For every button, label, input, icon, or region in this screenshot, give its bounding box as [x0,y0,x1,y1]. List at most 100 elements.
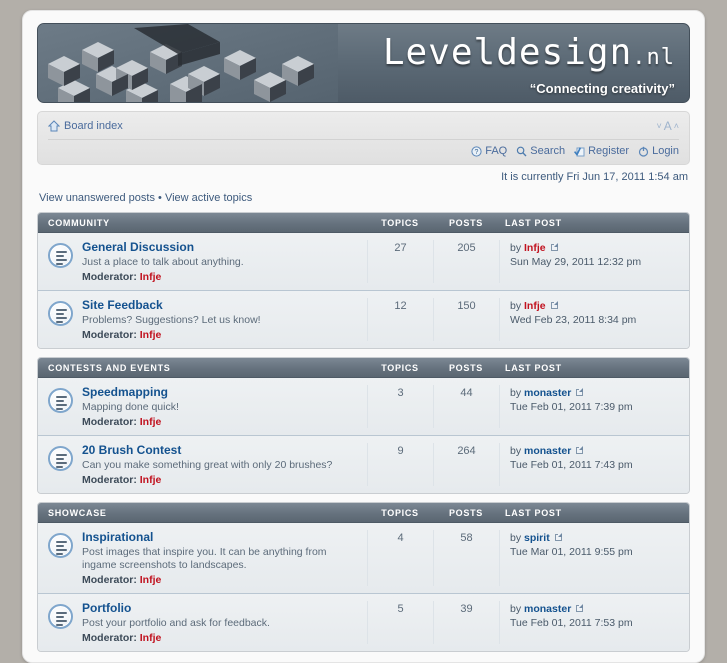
forum-title-link[interactable]: Portfolio [82,601,361,615]
forum-topics-count: 3 [367,385,433,428]
moderator-link[interactable]: Infje [140,271,162,283]
nav-link-search[interactable]: Search [516,145,565,157]
forum-description: Just a place to talk about anything. [82,256,244,268]
nav-link-search-label: Search [530,145,566,157]
forum-row: Site Feedback Problems? Suggestions? Let… [38,291,689,348]
category-title[interactable]: COMMUNITY [48,218,367,228]
forum-row: Portfolio Post your portfolio and ask fo… [38,594,689,651]
forum-posts-count: 150 [433,298,499,341]
forum-info: General Discussion Just a place to talk … [82,240,367,283]
forum-icon-cell [48,443,82,486]
forum-title-link[interactable]: General Discussion [82,240,361,254]
category-header: CONTESTS AND EVENTS TOPICS POSTS LAST PO… [38,358,689,378]
logo-name: Leveldesign [382,32,633,73]
column-header-topics: TOPICS [381,507,419,518]
last-post-author-link[interactable]: monaster [524,445,571,457]
forum-posts-count: 58 [433,530,499,586]
category-title[interactable]: SHOWCASE [48,508,367,518]
forum-last-post: by monaster Tue Feb 01, 2011 7:53 pm [499,601,679,644]
forum-row: Speedmapping Mapping done quick! Moderat… [38,378,689,436]
goto-last-post-icon[interactable] [576,604,585,613]
moderator-link[interactable]: Infje [140,329,162,341]
forum-topics-count: 27 [367,240,433,283]
forum-last-post: by Infje Sun May 29, 2011 12:32 pm [499,240,679,283]
nav-link-register[interactable]: Register [574,145,629,157]
navigation-bar: Board index ˅ A ˄ ? FAQ Search Register … [37,111,690,165]
view-unanswered-posts-link[interactable]: View unanswered posts [39,192,155,204]
moderator-label: Moderator: [82,271,137,283]
goto-last-post-icon[interactable] [550,243,560,252]
svg-text:?: ? [475,149,479,156]
moderator-link[interactable]: Infje [140,632,162,644]
category-block-community: COMMUNITY TOPICS POSTS LAST POST General… [37,212,690,349]
font-decrease-icon[interactable]: ˅ [656,121,661,131]
page-container: Leveldesign.nl “Connecting creativity” B… [22,10,705,663]
by-label: by [510,603,522,615]
site-banner: Leveldesign.nl “Connecting creativity” [37,23,690,103]
moderator-link[interactable]: Infje [140,416,162,428]
by-label: by [510,532,522,544]
last-post-date: Sun May 29, 2011 12:32 pm [510,256,642,268]
forum-info: 20 Brush Contest Can you make something … [82,443,367,486]
quick-links: View unanswered posts • View active topi… [37,192,690,204]
moderator-label: Moderator: [82,474,137,486]
forum-title-link[interactable]: Speedmapping [82,385,361,399]
last-post-author-link[interactable]: monaster [524,603,571,615]
moderator-link[interactable]: Infje [140,474,162,486]
breadcrumb-board-index[interactable]: Board index [64,120,123,132]
forum-last-post: by monaster Tue Feb 01, 2011 7:39 pm [499,385,679,428]
forum-title-link[interactable]: Inspirational [82,530,361,544]
nav-link-faq[interactable]: ? FAQ [471,145,507,157]
last-post-date: Tue Feb 01, 2011 7:39 pm [510,401,633,413]
by-label: by [510,445,522,457]
forum-description: Post images that inspire you. It can be … [82,546,327,571]
logo-wordmark: Leveldesign.nl [383,32,675,79]
column-header-last-post: LAST POST [505,507,562,518]
last-post-author-link[interactable]: spirit [524,532,550,544]
column-header-topics: TOPICS [381,217,419,228]
site-logo[interactable]: Leveldesign.nl “Connecting creativity” [383,32,675,96]
forum-posts-count: 39 [433,601,499,644]
font-reset-icon[interactable]: A [664,120,672,132]
forum-moderator: Moderator: Infje [82,632,361,644]
logo-tld: .nl [632,45,675,70]
goto-last-post-icon[interactable] [576,388,585,397]
navbar-top-row: Board index ˅ A ˄ [47,117,679,135]
moderator-link[interactable]: Infje [140,574,162,586]
home-icon [47,120,61,132]
forum-icon-cell [48,601,82,644]
forum-icon-cell [48,385,82,428]
goto-last-post-icon[interactable] [550,301,560,310]
category-header: SHOWCASE TOPICS POSTS LAST POST [38,503,689,523]
forum-folder-icon [48,604,73,629]
view-active-topics-link[interactable]: View active topics [165,192,252,204]
goto-last-post-icon[interactable] [554,533,564,542]
navbar-divider [48,139,679,140]
last-post-date: Wed Feb 23, 2011 8:34 pm [510,314,637,326]
forum-moderator: Moderator: Infje [82,329,361,341]
moderator-label: Moderator: [82,574,137,586]
goto-last-post-icon[interactable] [576,446,585,455]
last-post-date: Tue Feb 01, 2011 7:43 pm [510,459,633,471]
font-increase-icon[interactable]: ˄ [674,121,679,131]
column-header-last-post: LAST POST [505,217,562,228]
cube-artwork-svg [38,24,338,102]
column-header-last-post: LAST POST [505,362,562,373]
forum-topics-count: 9 [367,443,433,486]
forum-title-link[interactable]: Site Feedback [82,298,361,312]
last-post-author-link[interactable]: Infje [524,242,546,254]
forum-moderator: Moderator: Infje [82,416,361,428]
forum-posts-count: 205 [433,240,499,283]
banner-artwork [38,24,338,102]
forum-moderator: Moderator: Infje [82,474,361,486]
forum-title-link[interactable]: 20 Brush Contest [82,443,361,457]
last-post-author-link[interactable]: monaster [524,387,571,399]
navbar-links: ? FAQ Search Register Login [48,143,679,159]
font-size-controls[interactable]: ˅ A ˄ [656,120,679,132]
forum-folder-icon [48,533,73,558]
forum-topics-count: 4 [367,530,433,586]
forum-folder-icon [48,243,73,268]
last-post-author-link[interactable]: Infje [524,300,546,312]
category-title[interactable]: CONTESTS AND EVENTS [48,363,367,373]
nav-link-login[interactable]: Login [638,145,679,157]
